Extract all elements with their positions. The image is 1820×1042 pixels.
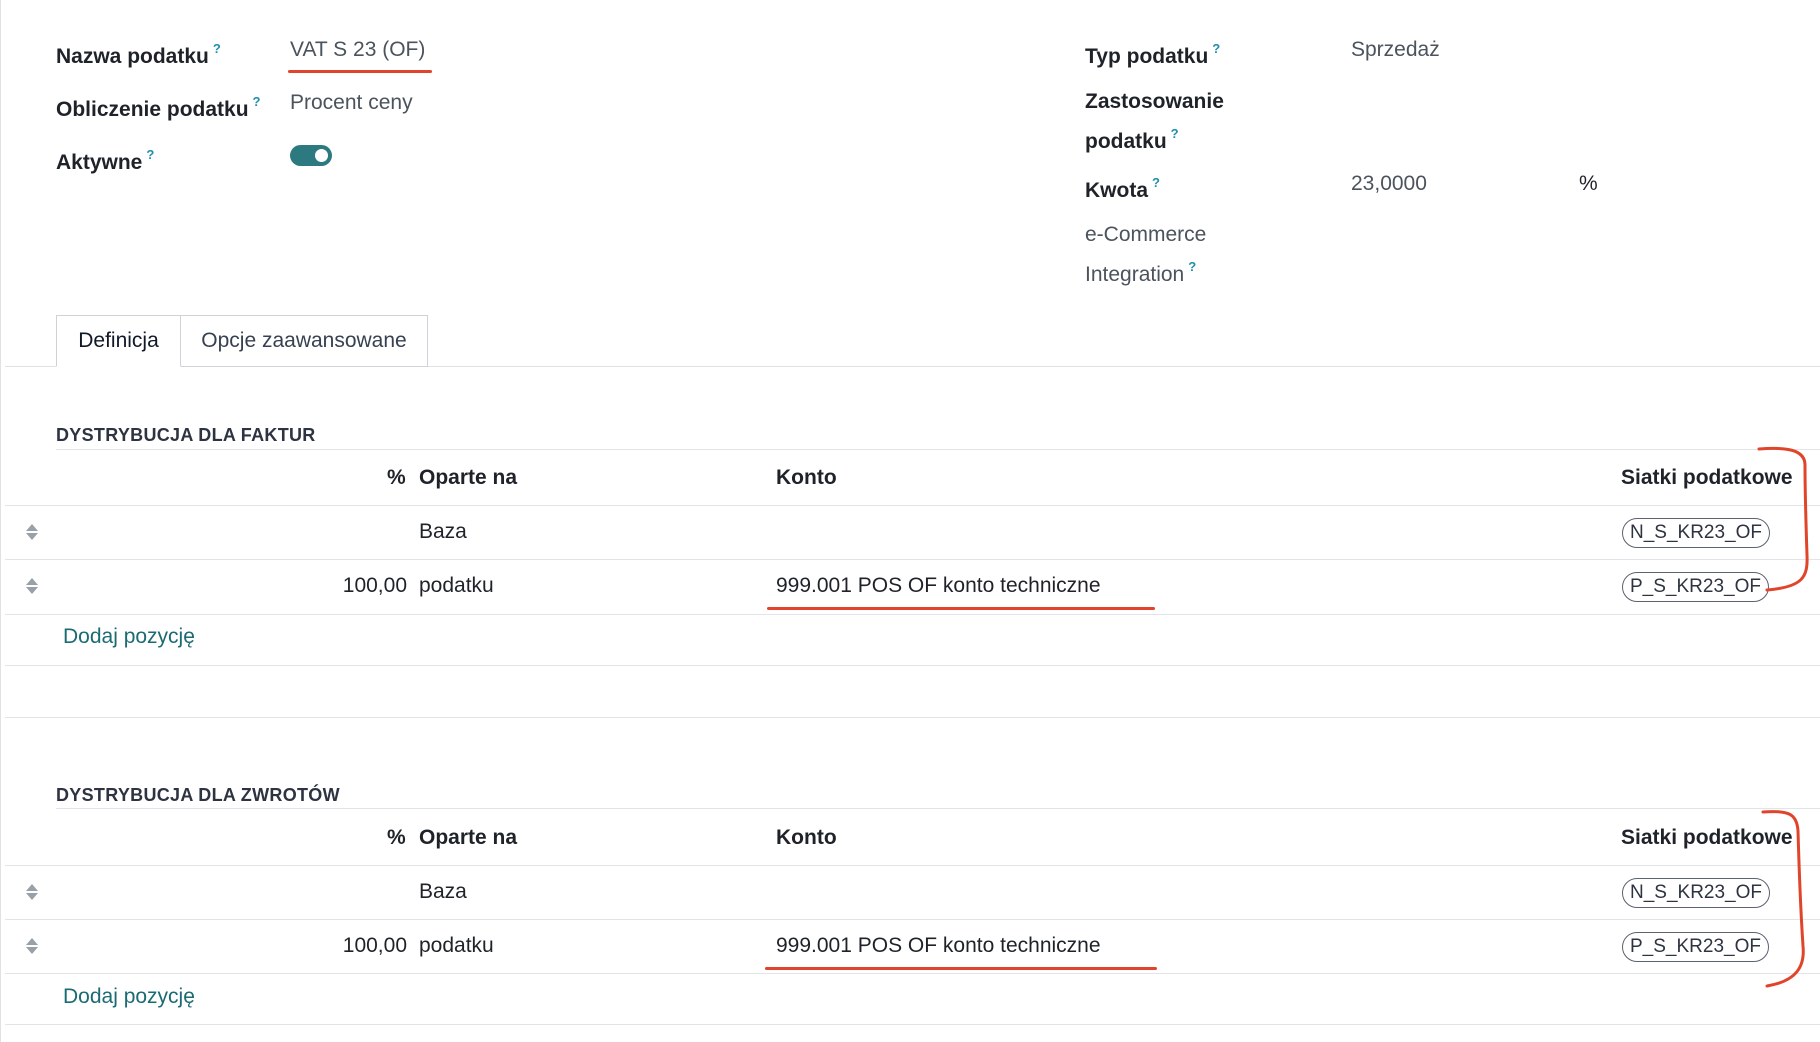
invoice-distribution-title: DYSTRYBUCJA DLA FAKTUR bbox=[56, 425, 316, 445]
tax-grid-tag[interactable]: N_S_KR23_OF bbox=[1622, 878, 1771, 908]
active-label: Aktywne? bbox=[56, 147, 155, 174]
tax-name-field[interactable]: VAT S 23 (OF) bbox=[290, 34, 425, 66]
annotation-underline bbox=[765, 967, 1157, 970]
account-cell[interactable]: 999.001 POS OF konto techniczne bbox=[776, 571, 1101, 601]
tax-grid-tag[interactable]: N_S_KR23_OF bbox=[1622, 518, 1771, 548]
column-header-based-on: Oparte na bbox=[419, 466, 518, 489]
column-header-based-on: Oparte na bbox=[419, 826, 518, 849]
tax-computation-label: Obliczenie podatku? bbox=[56, 94, 261, 121]
divider bbox=[56, 808, 1820, 809]
based-on-cell[interactable]: podatku bbox=[419, 931, 494, 961]
toggle-knob bbox=[315, 149, 328, 162]
annotation-underline bbox=[767, 607, 1155, 610]
help-icon[interactable]: ? bbox=[253, 94, 261, 109]
amount-input[interactable]: 23,0000 bbox=[1351, 168, 1427, 200]
add-line-link[interactable]: Dodaj pozycję bbox=[63, 985, 195, 1009]
active-toggle[interactable] bbox=[290, 145, 332, 166]
section-separator bbox=[5, 717, 1820, 718]
tax-scope-label-line1: Zastosowanie bbox=[1085, 90, 1224, 113]
ecommerce-label-line2: Integration? bbox=[1085, 259, 1197, 286]
account-cell[interactable]: 999.001 POS OF konto techniczne bbox=[776, 931, 1101, 961]
tax-type-select[interactable]: Sprzedaż bbox=[1351, 34, 1440, 66]
help-icon[interactable]: ? bbox=[1212, 41, 1220, 56]
amount-label: Kwota? bbox=[1085, 175, 1160, 202]
drag-handle-icon[interactable] bbox=[25, 522, 39, 542]
annotation-underline bbox=[288, 70, 432, 73]
help-icon[interactable]: ? bbox=[1188, 259, 1196, 274]
percent-cell[interactable]: 100,00 bbox=[287, 571, 407, 601]
add-line-link[interactable]: Dodaj pozycję bbox=[63, 625, 195, 649]
drag-handle-icon[interactable] bbox=[25, 576, 39, 596]
left-border bbox=[0, 0, 1, 1042]
divider bbox=[56, 449, 1820, 450]
divider bbox=[5, 919, 1820, 920]
help-icon[interactable]: ? bbox=[1171, 126, 1179, 141]
tax-scope-label-line2: podatku? bbox=[1085, 126, 1179, 153]
ecommerce-label-line1: e-Commerce bbox=[1085, 223, 1207, 246]
divider bbox=[5, 665, 1820, 666]
help-icon[interactable]: ? bbox=[1152, 175, 1160, 190]
column-header-account: Konto bbox=[776, 466, 837, 489]
based-on-cell[interactable]: Baza bbox=[419, 877, 467, 907]
based-on-cell[interactable]: podatku bbox=[419, 571, 494, 601]
help-icon[interactable]: ? bbox=[146, 147, 154, 162]
column-header-percent: % bbox=[387, 466, 406, 489]
drag-handle-icon[interactable] bbox=[25, 936, 39, 956]
column-header-percent: % bbox=[387, 826, 406, 849]
amount-unit: % bbox=[1579, 172, 1598, 195]
divider bbox=[5, 1024, 1820, 1025]
refund-distribution-title: DYSTRYBUCJA DLA ZWROTÓW bbox=[56, 785, 340, 805]
divider bbox=[5, 973, 1820, 974]
percent-cell[interactable]: 100,00 bbox=[287, 931, 407, 961]
drag-handle-icon[interactable] bbox=[25, 882, 39, 902]
divider bbox=[5, 865, 1820, 866]
based-on-cell[interactable]: Baza bbox=[419, 517, 467, 547]
divider bbox=[5, 614, 1820, 615]
tax-computation-select[interactable]: Procent ceny bbox=[290, 87, 413, 119]
tax-type-label: Typ podatku? bbox=[1085, 41, 1221, 68]
divider bbox=[5, 559, 1820, 560]
help-icon[interactable]: ? bbox=[213, 41, 221, 56]
tax-grid-tag[interactable]: P_S_KR23_OF bbox=[1622, 572, 1769, 602]
tab-definicja[interactable]: Definicja bbox=[56, 315, 181, 367]
tab-advanced-options[interactable]: Opcje zaawansowane bbox=[180, 315, 428, 367]
divider bbox=[5, 505, 1820, 506]
tax-grid-tag[interactable]: P_S_KR23_OF bbox=[1622, 932, 1769, 962]
annotation-bracket bbox=[1761, 810, 1805, 988]
annotation-bracket bbox=[1757, 446, 1809, 592]
column-header-account: Konto bbox=[776, 826, 837, 849]
tax-name-label: Nazwa podatku? bbox=[56, 41, 221, 68]
